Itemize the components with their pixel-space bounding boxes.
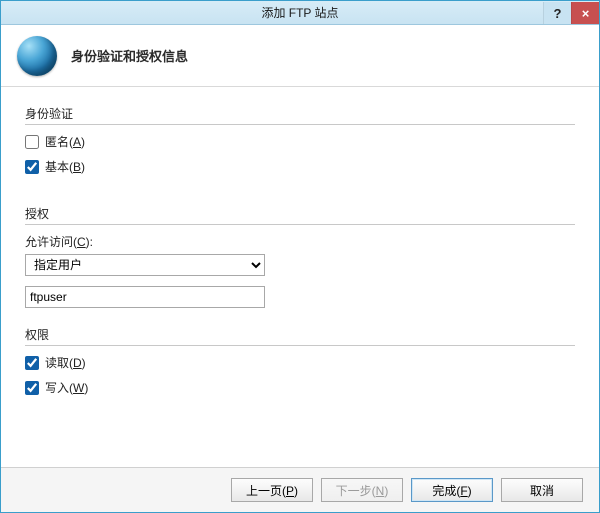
divider [25, 345, 575, 346]
titlebar-controls: ? × [543, 1, 599, 24]
close-button[interactable]: × [571, 2, 599, 24]
basic-label[interactable]: 基本(B) [45, 158, 85, 175]
read-row: 读取(D) [25, 354, 575, 371]
authz-section-title: 授权 [25, 205, 575, 222]
wizard-footer: 上一页(P) 下一步(N) 完成(F) 取消 [1, 467, 599, 512]
content-area: 身份验证 匿名(A) 基本(B) 授权 允许访问(C): 未选定所有用户匿名用户… [1, 87, 599, 467]
auth-section-title: 身份验证 [25, 105, 575, 122]
write-row: 写入(W) [25, 379, 575, 396]
anonymous-label[interactable]: 匿名(A) [45, 133, 85, 150]
allow-access-select[interactable]: 未选定所有用户匿名用户指定角色或用户组指定用户 [25, 254, 265, 276]
perms-section-title: 权限 [25, 326, 575, 343]
finish-button[interactable]: 完成(F) [411, 478, 493, 502]
titlebar: 添加 FTP 站点 ? × [1, 1, 599, 25]
write-label[interactable]: 写入(W) [45, 379, 88, 396]
anonymous-row: 匿名(A) [25, 133, 575, 150]
previous-button[interactable]: 上一页(P) [231, 478, 313, 502]
basic-checkbox[interactable] [25, 160, 39, 174]
read-label[interactable]: 读取(D) [45, 354, 86, 371]
cancel-button[interactable]: 取消 [501, 478, 583, 502]
anonymous-checkbox[interactable] [25, 135, 39, 149]
globe-icon [17, 36, 57, 76]
divider [25, 224, 575, 225]
user-input[interactable] [25, 286, 265, 308]
write-checkbox[interactable] [25, 381, 39, 395]
wizard-window: 添加 FTP 站点 ? × 身份验证和授权信息 身份验证 匿名(A) 基本(B)… [0, 0, 600, 513]
next-button: 下一步(N) [321, 478, 403, 502]
help-button[interactable]: ? [543, 2, 571, 24]
page-title: 身份验证和授权信息 [71, 46, 188, 65]
basic-row: 基本(B) [25, 158, 575, 175]
window-title: 添加 FTP 站点 [261, 4, 338, 21]
wizard-header: 身份验证和授权信息 [1, 25, 599, 87]
divider [25, 124, 575, 125]
allow-access-label: 允许访问(C): [25, 233, 575, 250]
read-checkbox[interactable] [25, 356, 39, 370]
